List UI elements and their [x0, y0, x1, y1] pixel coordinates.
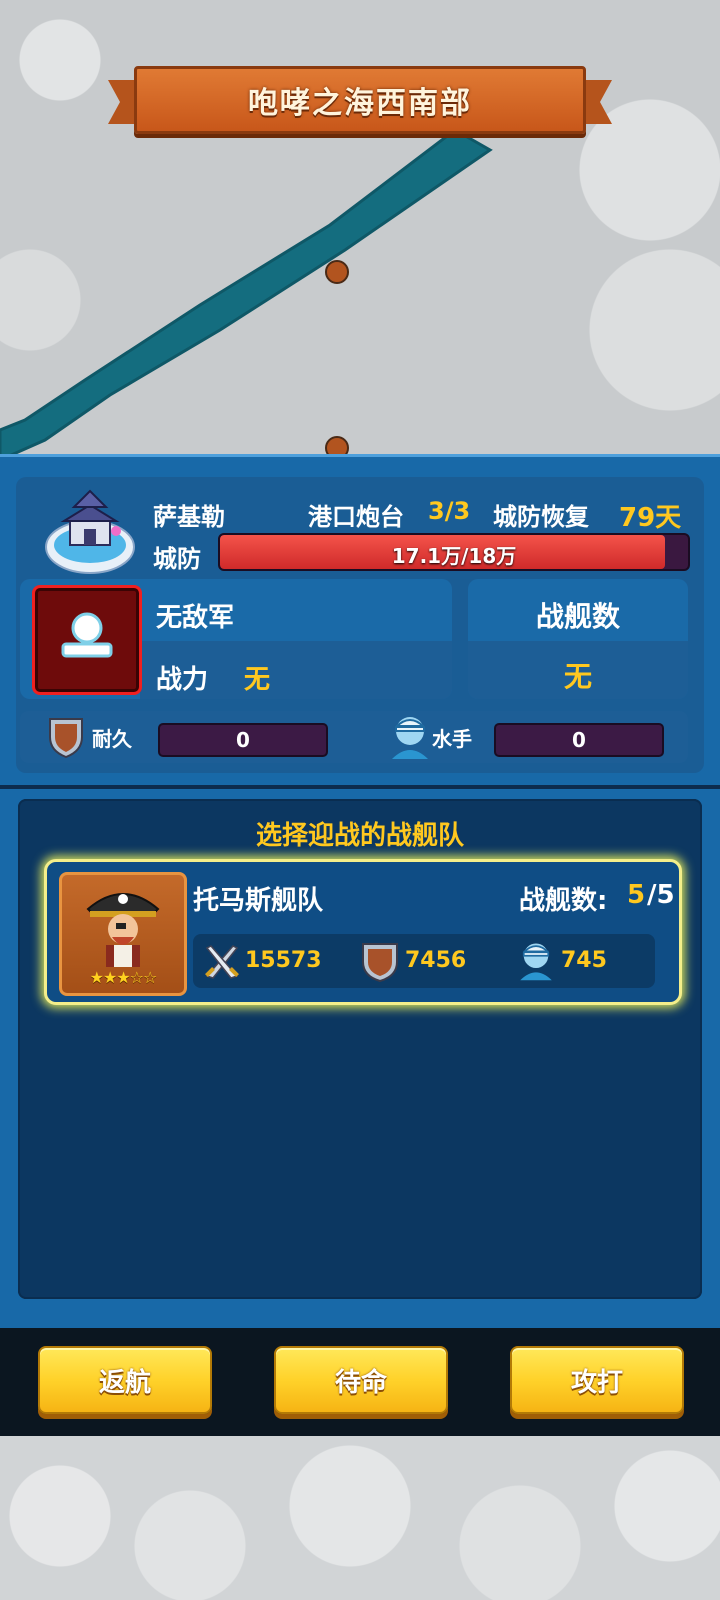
warship-count-label: 战舰数 [535, 600, 620, 633]
town-info-box: 萨基勒 港口炮台 3/3 城防恢复 79天 城防 17.1万/18万 无敌军 战… [16, 477, 704, 773]
fleet-durability-value: 7456 [405, 948, 467, 973]
fleet-ships-total: /5 [647, 880, 675, 910]
defense-label: 城防 [153, 545, 201, 573]
sailor-icon [392, 717, 428, 759]
pirate-captain-icon [86, 893, 160, 967]
region-title-banner: 咆哮之海西南部 [108, 66, 612, 134]
fleet-selection-title: 选择迎战的战舰队 [255, 821, 464, 851]
defense-bar: 17.1万/18万 [218, 533, 690, 571]
shield-icon [49, 718, 83, 759]
star-rating: ★★★☆☆ [89, 968, 158, 987]
sailor-icon [520, 943, 552, 981]
return-button[interactable]: 返航 [38, 1346, 212, 1414]
fleet-ships-count: 5 [627, 880, 646, 910]
empty-avatar-icon [61, 612, 113, 658]
fleet-selection-area: 选择迎战的战舰队 ★★★☆☆ 托马斯舰队 战舰数: 5 /5 15573 745… [18, 799, 702, 1299]
map-node[interactable] [325, 260, 349, 284]
enemy-card: 无敌军 战力 无 [20, 579, 452, 699]
power-label: 战力 [156, 665, 209, 695]
standby-button[interactable]: 待命 [274, 1346, 448, 1414]
enemy-avatar[interactable] [32, 585, 142, 695]
fleet-card[interactable]: ★★★☆☆ 托马斯舰队 战舰数: 5 /5 15573 7456 745 [44, 859, 682, 1005]
sailors-value: 0 [572, 728, 586, 752]
fleet-stats: 15573 7456 745 [193, 934, 655, 988]
defense-recover-value: 79天 [619, 503, 682, 533]
town-name: 萨基勒 [153, 503, 225, 531]
port-battery-value: 3/3 [428, 497, 471, 525]
sailors-bar: 0 [494, 723, 664, 757]
fleet-name: 托马斯舰队 [193, 886, 324, 916]
castle-icon [45, 489, 135, 574]
fleet-attack-value: 15573 [245, 948, 322, 973]
cloud-layer [0, 1436, 720, 1600]
sailors-label: 水手 [432, 727, 472, 751]
enemy-name: 无敌军 [156, 603, 235, 633]
crossed-swords-icon [205, 945, 239, 979]
shield-icon [362, 943, 398, 982]
action-bar: 返航 待命 攻打 [0, 1328, 720, 1436]
banner-center: 咆哮之海西南部 [134, 66, 586, 134]
town-panel: 萨基勒 港口炮台 3/3 城防恢复 79天 城防 17.1万/18万 无敌军 战… [0, 454, 720, 1332]
defense-value: 17.1万/18万 [391, 544, 517, 568]
power-value: 无 [244, 665, 271, 695]
enemy-stats-row: 耐久 0 水手 0 [20, 711, 688, 763]
panel-divider [0, 785, 720, 789]
durability-label: 耐久 [92, 727, 132, 751]
port-battery-label: 港口炮台 [308, 503, 404, 531]
warship-count-value: 无 [563, 660, 592, 693]
defense-recover-label: 城防恢复 [493, 503, 589, 531]
warship-count-card: 战舰数 无 [468, 579, 688, 699]
fleet-ships-label: 战舰数: [519, 886, 608, 916]
durability-bar: 0 [158, 723, 328, 757]
durability-value: 0 [236, 728, 250, 752]
attack-button[interactable]: 攻打 [510, 1346, 684, 1414]
captain-portrait: ★★★☆☆ [59, 872, 187, 996]
region-title: 咆哮之海西南部 [248, 86, 472, 121]
fleet-sailors-value: 745 [561, 948, 607, 973]
